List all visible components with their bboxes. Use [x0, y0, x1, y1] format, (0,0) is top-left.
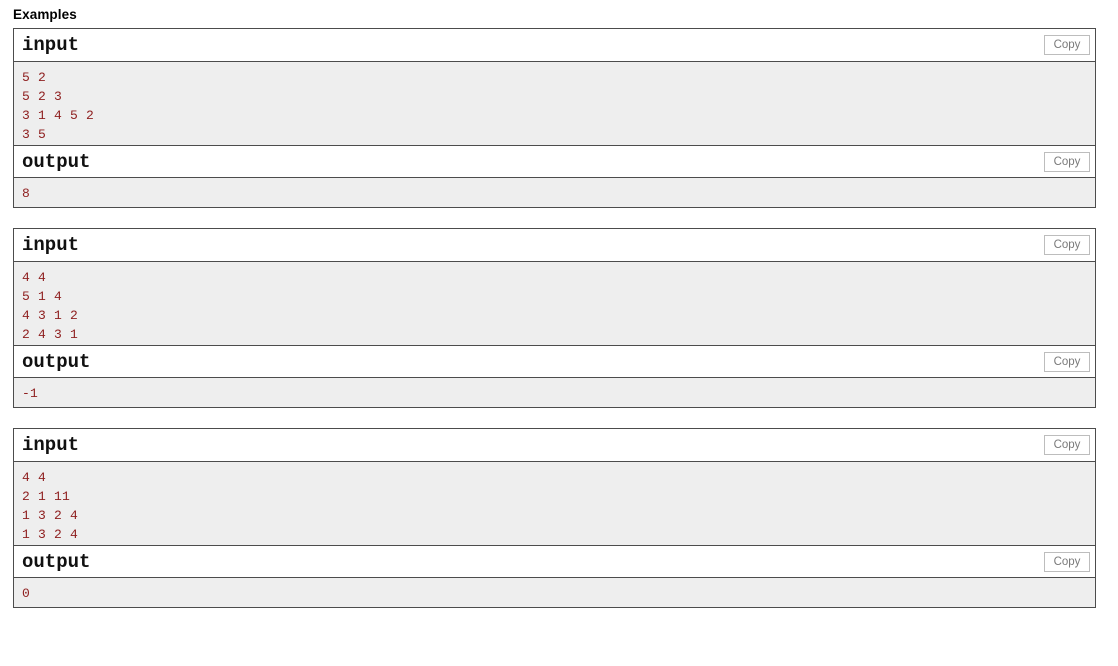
copy-input-button[interactable]: Copy: [1044, 235, 1090, 255]
examples-list: input Copy 5 2 5 2 3 3 1 4 5 2 3 5 outpu…: [0, 28, 1118, 608]
copy-output-button[interactable]: Copy: [1044, 552, 1090, 572]
output-section: output Copy 8: [14, 145, 1095, 207]
example-block: input Copy 4 4 5 1 4 4 3 1 2 2 4 3 1 out…: [13, 228, 1096, 408]
examples-page: Examples input Copy 5 2 5 2 3 3 1 4 5 2 …: [0, 0, 1118, 666]
input-code: 4 4 5 1 4 4 3 1 2 2 4 3 1: [22, 270, 79, 342]
output-header: output Copy: [14, 345, 1095, 378]
output-section: output Copy -1: [14, 345, 1095, 407]
output-label: output: [22, 151, 91, 173]
page-title: Examples: [13, 7, 77, 22]
copy-input-button[interactable]: Copy: [1044, 35, 1090, 55]
input-body: 4 4 2 1 11 1 3 2 4 1 3 2 4: [14, 462, 1095, 546]
input-label: input: [22, 234, 80, 256]
input-header: input Copy: [14, 229, 1095, 262]
input-label: input: [22, 434, 80, 456]
output-header: output Copy: [14, 145, 1095, 178]
output-code: 8: [22, 186, 31, 201]
output-label: output: [22, 551, 91, 573]
input-header: input Copy: [14, 429, 1095, 462]
copy-output-button[interactable]: Copy: [1044, 352, 1090, 372]
output-body: 0: [14, 578, 1095, 607]
input-section: input Copy 5 2 5 2 3 3 1 4 5 2 3 5: [14, 29, 1095, 146]
output-body: -1: [14, 378, 1095, 407]
output-code: 0: [22, 586, 31, 601]
input-body: 5 2 5 2 3 3 1 4 5 2 3 5: [14, 62, 1095, 146]
output-section: output Copy 0: [14, 545, 1095, 607]
example-block: input Copy 4 4 2 1 11 1 3 2 4 1 3 2 4 ou…: [13, 428, 1096, 608]
input-section: input Copy 4 4 5 1 4 4 3 1 2 2 4 3 1: [14, 229, 1095, 346]
example-block: input Copy 5 2 5 2 3 3 1 4 5 2 3 5 outpu…: [13, 28, 1096, 208]
output-label: output: [22, 351, 91, 373]
input-body: 4 4 5 1 4 4 3 1 2 2 4 3 1: [14, 262, 1095, 346]
output-body: 8: [14, 178, 1095, 207]
copy-input-button[interactable]: Copy: [1044, 435, 1090, 455]
output-code: -1: [22, 386, 39, 401]
copy-output-button[interactable]: Copy: [1044, 152, 1090, 172]
output-header: output Copy: [14, 545, 1095, 578]
input-header: input Copy: [14, 29, 1095, 62]
input-section: input Copy 4 4 2 1 11 1 3 2 4 1 3 2 4: [14, 429, 1095, 546]
input-code: 5 2 5 2 3 3 1 4 5 2 3 5: [22, 70, 95, 142]
input-code: 4 4 2 1 11 1 3 2 4 1 3 2 4: [22, 470, 79, 542]
input-label: input: [22, 34, 80, 56]
